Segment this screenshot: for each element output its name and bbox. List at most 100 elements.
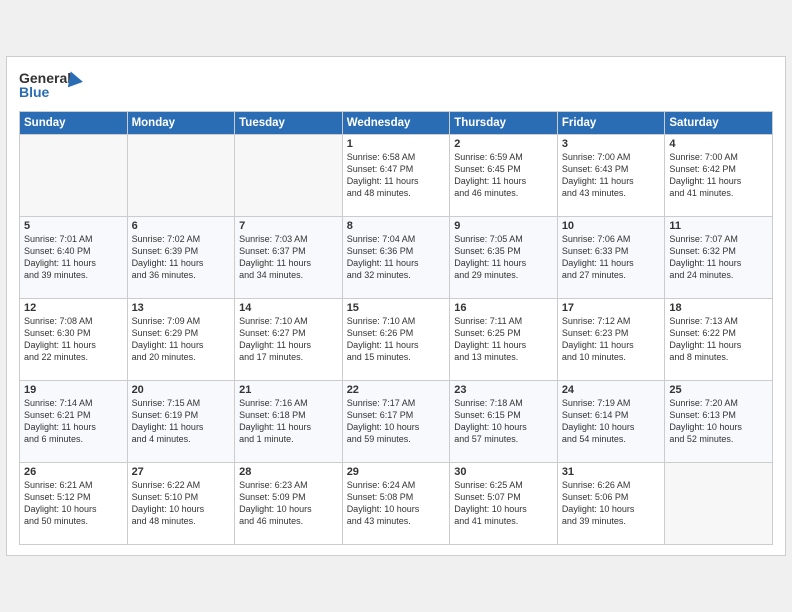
calendar-cell: 14Sunrise: 7:10 AM Sunset: 6:27 PM Dayli… (235, 299, 343, 381)
day-number: 4 (669, 138, 768, 150)
day-info: Sunrise: 7:06 AM Sunset: 6:33 PM Dayligh… (562, 233, 661, 282)
day-info: Sunrise: 7:00 AM Sunset: 6:42 PM Dayligh… (669, 151, 768, 200)
calendar-cell: 20Sunrise: 7:15 AM Sunset: 6:19 PM Dayli… (127, 381, 235, 463)
calendar-cell: 23Sunrise: 7:18 AM Sunset: 6:15 PM Dayli… (450, 381, 558, 463)
day-info: Sunrise: 7:10 AM Sunset: 6:27 PM Dayligh… (239, 315, 338, 364)
calendar-cell (20, 135, 128, 217)
day-info: Sunrise: 6:59 AM Sunset: 6:45 PM Dayligh… (454, 151, 553, 200)
day-info: Sunrise: 7:16 AM Sunset: 6:18 PM Dayligh… (239, 397, 338, 446)
calendar-cell: 26Sunrise: 6:21 AM Sunset: 5:12 PM Dayli… (20, 463, 128, 545)
day-info: Sunrise: 6:24 AM Sunset: 5:08 PM Dayligh… (347, 479, 446, 528)
day-number: 25 (669, 384, 768, 396)
logo-svg: GeneralBlue (19, 67, 89, 103)
day-info: Sunrise: 7:09 AM Sunset: 6:29 PM Dayligh… (132, 315, 231, 364)
calendar-week-row: 19Sunrise: 7:14 AM Sunset: 6:21 PM Dayli… (20, 381, 773, 463)
day-number: 28 (239, 466, 338, 478)
day-of-week-header: Saturday (665, 112, 773, 135)
logo: GeneralBlue (19, 67, 89, 103)
day-number: 7 (239, 220, 338, 232)
day-info: Sunrise: 7:04 AM Sunset: 6:36 PM Dayligh… (347, 233, 446, 282)
day-number: 16 (454, 302, 553, 314)
day-info: Sunrise: 7:08 AM Sunset: 6:30 PM Dayligh… (24, 315, 123, 364)
day-number: 8 (347, 220, 446, 232)
calendar-week-row: 26Sunrise: 6:21 AM Sunset: 5:12 PM Dayli… (20, 463, 773, 545)
calendar-cell: 8Sunrise: 7:04 AM Sunset: 6:36 PM Daylig… (342, 217, 450, 299)
day-number: 9 (454, 220, 553, 232)
calendar-cell: 30Sunrise: 6:25 AM Sunset: 5:07 PM Dayli… (450, 463, 558, 545)
calendar-week-row: 1Sunrise: 6:58 AM Sunset: 6:47 PM Daylig… (20, 135, 773, 217)
day-of-week-header: Monday (127, 112, 235, 135)
calendar-cell: 5Sunrise: 7:01 AM Sunset: 6:40 PM Daylig… (20, 217, 128, 299)
day-info: Sunrise: 7:03 AM Sunset: 6:37 PM Dayligh… (239, 233, 338, 282)
day-info: Sunrise: 7:18 AM Sunset: 6:15 PM Dayligh… (454, 397, 553, 446)
day-info: Sunrise: 7:00 AM Sunset: 6:43 PM Dayligh… (562, 151, 661, 200)
calendar-cell: 22Sunrise: 7:17 AM Sunset: 6:17 PM Dayli… (342, 381, 450, 463)
calendar-cell: 12Sunrise: 7:08 AM Sunset: 6:30 PM Dayli… (20, 299, 128, 381)
days-of-week-row: SundayMondayTuesdayWednesdayThursdayFrid… (20, 112, 773, 135)
calendar-cell: 4Sunrise: 7:00 AM Sunset: 6:42 PM Daylig… (665, 135, 773, 217)
day-info: Sunrise: 6:21 AM Sunset: 5:12 PM Dayligh… (24, 479, 123, 528)
day-number: 14 (239, 302, 338, 314)
calendar-cell: 24Sunrise: 7:19 AM Sunset: 6:14 PM Dayli… (557, 381, 665, 463)
day-number: 12 (24, 302, 123, 314)
day-info: Sunrise: 7:05 AM Sunset: 6:35 PM Dayligh… (454, 233, 553, 282)
day-number: 27 (132, 466, 231, 478)
day-info: Sunrise: 6:22 AM Sunset: 5:10 PM Dayligh… (132, 479, 231, 528)
day-info: Sunrise: 7:12 AM Sunset: 6:23 PM Dayligh… (562, 315, 661, 364)
day-of-week-header: Tuesday (235, 112, 343, 135)
day-number: 26 (24, 466, 123, 478)
calendar-body: 1Sunrise: 6:58 AM Sunset: 6:47 PM Daylig… (20, 135, 773, 545)
day-number: 17 (562, 302, 661, 314)
svg-text:Blue: Blue (19, 84, 50, 100)
calendar-week-row: 5Sunrise: 7:01 AM Sunset: 6:40 PM Daylig… (20, 217, 773, 299)
day-number: 18 (669, 302, 768, 314)
day-info: Sunrise: 6:58 AM Sunset: 6:47 PM Dayligh… (347, 151, 446, 200)
day-number: 20 (132, 384, 231, 396)
calendar-cell: 27Sunrise: 6:22 AM Sunset: 5:10 PM Dayli… (127, 463, 235, 545)
day-of-week-header: Thursday (450, 112, 558, 135)
day-info: Sunrise: 7:02 AM Sunset: 6:39 PM Dayligh… (132, 233, 231, 282)
day-number: 11 (669, 220, 768, 232)
day-number: 10 (562, 220, 661, 232)
calendar-cell: 17Sunrise: 7:12 AM Sunset: 6:23 PM Dayli… (557, 299, 665, 381)
day-info: Sunrise: 7:17 AM Sunset: 6:17 PM Dayligh… (347, 397, 446, 446)
calendar-cell: 13Sunrise: 7:09 AM Sunset: 6:29 PM Dayli… (127, 299, 235, 381)
calendar-cell: 28Sunrise: 6:23 AM Sunset: 5:09 PM Dayli… (235, 463, 343, 545)
calendar-cell: 29Sunrise: 6:24 AM Sunset: 5:08 PM Dayli… (342, 463, 450, 545)
day-of-week-header: Friday (557, 112, 665, 135)
day-info: Sunrise: 7:13 AM Sunset: 6:22 PM Dayligh… (669, 315, 768, 364)
day-info: Sunrise: 7:15 AM Sunset: 6:19 PM Dayligh… (132, 397, 231, 446)
calendar-cell: 11Sunrise: 7:07 AM Sunset: 6:32 PM Dayli… (665, 217, 773, 299)
calendar-week-row: 12Sunrise: 7:08 AM Sunset: 6:30 PM Dayli… (20, 299, 773, 381)
calendar-table: SundayMondayTuesdayWednesdayThursdayFrid… (19, 111, 773, 545)
calendar-cell: 16Sunrise: 7:11 AM Sunset: 6:25 PM Dayli… (450, 299, 558, 381)
calendar-cell: 2Sunrise: 6:59 AM Sunset: 6:45 PM Daylig… (450, 135, 558, 217)
day-info: Sunrise: 7:14 AM Sunset: 6:21 PM Dayligh… (24, 397, 123, 446)
day-of-week-header: Wednesday (342, 112, 450, 135)
calendar-cell: 1Sunrise: 6:58 AM Sunset: 6:47 PM Daylig… (342, 135, 450, 217)
day-number: 15 (347, 302, 446, 314)
day-number: 1 (347, 138, 446, 150)
day-number: 13 (132, 302, 231, 314)
day-info: Sunrise: 7:07 AM Sunset: 6:32 PM Dayligh… (669, 233, 768, 282)
day-number: 5 (24, 220, 123, 232)
day-number: 21 (239, 384, 338, 396)
day-info: Sunrise: 6:23 AM Sunset: 5:09 PM Dayligh… (239, 479, 338, 528)
day-of-week-header: Sunday (20, 112, 128, 135)
calendar-cell: 31Sunrise: 6:26 AM Sunset: 5:06 PM Dayli… (557, 463, 665, 545)
day-info: Sunrise: 7:20 AM Sunset: 6:13 PM Dayligh… (669, 397, 768, 446)
day-number: 19 (24, 384, 123, 396)
day-info: Sunrise: 7:01 AM Sunset: 6:40 PM Dayligh… (24, 233, 123, 282)
day-number: 2 (454, 138, 553, 150)
calendar-cell: 19Sunrise: 7:14 AM Sunset: 6:21 PM Dayli… (20, 381, 128, 463)
calendar-header: GeneralBlue (19, 67, 773, 103)
day-number: 24 (562, 384, 661, 396)
calendar-cell (665, 463, 773, 545)
day-number: 23 (454, 384, 553, 396)
day-number: 3 (562, 138, 661, 150)
day-info: Sunrise: 7:11 AM Sunset: 6:25 PM Dayligh… (454, 315, 553, 364)
calendar-cell: 9Sunrise: 7:05 AM Sunset: 6:35 PM Daylig… (450, 217, 558, 299)
calendar-cell: 6Sunrise: 7:02 AM Sunset: 6:39 PM Daylig… (127, 217, 235, 299)
day-number: 22 (347, 384, 446, 396)
calendar-cell: 25Sunrise: 7:20 AM Sunset: 6:13 PM Dayli… (665, 381, 773, 463)
